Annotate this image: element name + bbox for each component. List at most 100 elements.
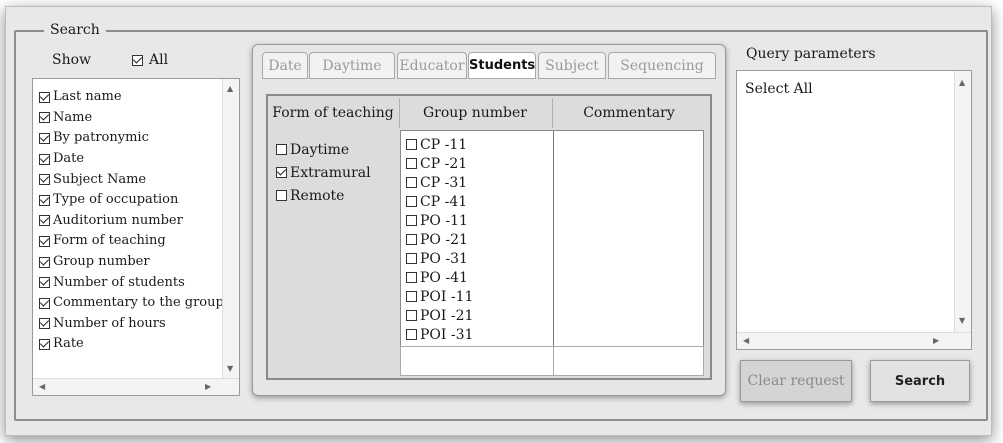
checkbox[interactable] xyxy=(39,153,50,165)
tab-educator[interactable]: Educator xyxy=(397,52,467,79)
checkbox[interactable] xyxy=(39,277,50,289)
all-checkbox-label: All xyxy=(149,52,169,68)
field-checkbox-item-label: Commentary to the group xyxy=(53,295,224,311)
checkbox[interactable] xyxy=(39,174,50,186)
group-checkbox-item[interactable]: CP -11 xyxy=(406,135,473,154)
fields-list[interactable]: Last name Name By patronymic Date Subject Na… xyxy=(32,78,240,396)
group-checkbox-item[interactable]: CP -21 xyxy=(406,154,473,173)
group-checkbox-item-label: PO -11 xyxy=(420,212,468,229)
checkbox[interactable] xyxy=(406,196,417,207)
group-checkbox-item-label: POI -21 xyxy=(420,307,474,324)
scroll-down-arrow-icon[interactable]: ▼ xyxy=(959,317,965,325)
field-checkbox-item[interactable]: Form of teaching xyxy=(39,231,239,252)
group-checkbox-item[interactable]: PO -11 xyxy=(406,211,473,230)
tab-students[interactable]: Students xyxy=(468,52,536,79)
all-checkbox[interactable]: All xyxy=(132,52,168,68)
checkbox[interactable] xyxy=(39,132,50,144)
field-checkbox-item[interactable]: Auditorium number xyxy=(39,211,239,232)
field-checkbox-item-label: Type of occupation xyxy=(53,192,179,208)
group-checkbox-item[interactable]: PO -31 xyxy=(406,249,473,268)
form-checkbox-item-label: Extramural xyxy=(290,164,371,181)
checkbox[interactable] xyxy=(276,167,287,178)
scroll-up-arrow-icon[interactable]: ▲ xyxy=(227,85,233,93)
field-checkbox-item[interactable]: Last name xyxy=(39,87,239,108)
group-checkbox-item[interactable]: POI -21 xyxy=(406,306,473,325)
checkbox[interactable] xyxy=(39,112,50,124)
checkbox[interactable] xyxy=(406,291,417,302)
field-checkbox-item-label: By patronymic xyxy=(53,130,149,146)
group-checkbox-item[interactable]: CP -41 xyxy=(406,192,473,211)
field-checkbox-item[interactable]: Name xyxy=(39,108,239,129)
field-checkbox-item[interactable]: By patronymic xyxy=(39,128,239,149)
field-checkbox-item[interactable]: Number of students xyxy=(39,272,239,293)
group-checkbox-item[interactable]: POI -11 xyxy=(406,287,473,306)
group-checkbox-item[interactable]: CP -31 xyxy=(406,173,473,192)
checkbox[interactable] xyxy=(39,297,50,309)
group-checkbox-item-label: POI -11 xyxy=(420,288,474,305)
checkbox[interactable] xyxy=(39,318,50,330)
form-checkbox-item[interactable]: Remote xyxy=(276,184,371,207)
checkbox[interactable] xyxy=(406,234,417,245)
query-parameters-box[interactable]: Select All ▲ ▼ ◀ ▶ xyxy=(736,70,972,350)
checkbox[interactable] xyxy=(39,91,50,103)
group-checkbox-item-label: CP -41 xyxy=(420,193,468,210)
commentary-header: Commentary xyxy=(553,98,705,128)
checkbox[interactable] xyxy=(39,256,50,268)
groupbox-title: Search xyxy=(44,22,106,38)
grid-divider xyxy=(553,347,554,375)
scroll-left-arrow-icon[interactable]: ◀ xyxy=(39,383,45,391)
field-checkbox-item[interactable]: Group number xyxy=(39,252,239,273)
group-checkbox-item[interactable]: POI -31 xyxy=(406,325,473,344)
tab-date[interactable]: Date xyxy=(262,52,308,79)
scroll-right-arrow-icon[interactable]: ▶ xyxy=(205,383,211,391)
grid-new-row[interactable] xyxy=(400,346,704,376)
tab-daytime[interactable]: Daytime xyxy=(309,52,395,79)
form-checkbox-item[interactable]: Extramural xyxy=(276,161,371,184)
checkbox[interactable] xyxy=(406,253,417,264)
checkbox[interactable] xyxy=(406,177,417,188)
group-checkbox-item-label: CP -21 xyxy=(420,155,468,172)
field-checkbox-item[interactable]: Date xyxy=(39,149,239,170)
checkbox[interactable] xyxy=(406,158,417,169)
field-checkbox-item-label: Last name xyxy=(53,89,122,105)
field-checkbox-item[interactable]: Rate xyxy=(39,334,239,355)
field-checkbox-item-label: Number of hours xyxy=(53,315,166,331)
checkbox[interactable] xyxy=(406,272,417,283)
field-checkbox-item[interactable]: Type of occupation xyxy=(39,190,239,211)
tab-sequencing[interactable]: Sequencing xyxy=(608,52,716,79)
group-checkbox-item[interactable]: PO -41 xyxy=(406,268,473,287)
scroll-up-arrow-icon[interactable]: ▲ xyxy=(959,79,965,87)
query-parameters-text: Select All xyxy=(745,81,813,97)
clear-request-button[interactable]: Clear request xyxy=(740,360,852,402)
query-parameters-title: Query parameters xyxy=(746,46,876,62)
checkbox[interactable] xyxy=(406,310,417,321)
field-checkbox-item-label: Date xyxy=(53,151,85,167)
field-checkbox-item-label: Rate xyxy=(53,336,84,352)
checkbox[interactable] xyxy=(39,194,50,206)
checkbox[interactable] xyxy=(276,144,287,155)
group-checkbox-item[interactable]: PO -21 xyxy=(406,230,473,249)
checkbox[interactable] xyxy=(406,139,417,150)
query-vertical-scrollbar[interactable]: ▲ ▼ xyxy=(954,71,971,333)
group-checkbox-item-label: CP -11 xyxy=(420,136,468,153)
fields-vertical-scrollbar[interactable]: ▲ ▼ xyxy=(222,79,239,379)
checkbox[interactable] xyxy=(406,329,417,340)
group-number-list: CP -11 CP -21 CP -31 CP -41 PO -11 PO -21 PO -… xyxy=(406,135,473,344)
field-checkbox-item[interactable]: Commentary to the group xyxy=(39,293,239,314)
checkbox[interactable] xyxy=(39,215,50,227)
scroll-left-arrow-icon[interactable]: ◀ xyxy=(743,337,749,345)
checkbox[interactable] xyxy=(406,215,417,226)
search-button[interactable]: Search xyxy=(870,360,970,402)
checkbox[interactable] xyxy=(39,235,50,247)
scroll-right-arrow-icon[interactable]: ▶ xyxy=(933,337,939,345)
field-checkbox-item[interactable]: Number of hours xyxy=(39,314,239,335)
tab-subject[interactable]: Subject xyxy=(538,52,606,79)
query-horizontal-scrollbar[interactable]: ◀ ▶ xyxy=(737,332,971,349)
all-checkbox-box[interactable] xyxy=(132,54,143,66)
checkbox[interactable] xyxy=(39,338,50,350)
scroll-down-arrow-icon[interactable]: ▼ xyxy=(227,365,233,373)
fields-horizontal-scrollbar[interactable]: ◀ ▶ xyxy=(33,378,239,395)
checkbox[interactable] xyxy=(276,190,287,201)
field-checkbox-item[interactable]: Subject Name xyxy=(39,169,239,190)
form-checkbox-item[interactable]: Daytime xyxy=(276,138,371,161)
